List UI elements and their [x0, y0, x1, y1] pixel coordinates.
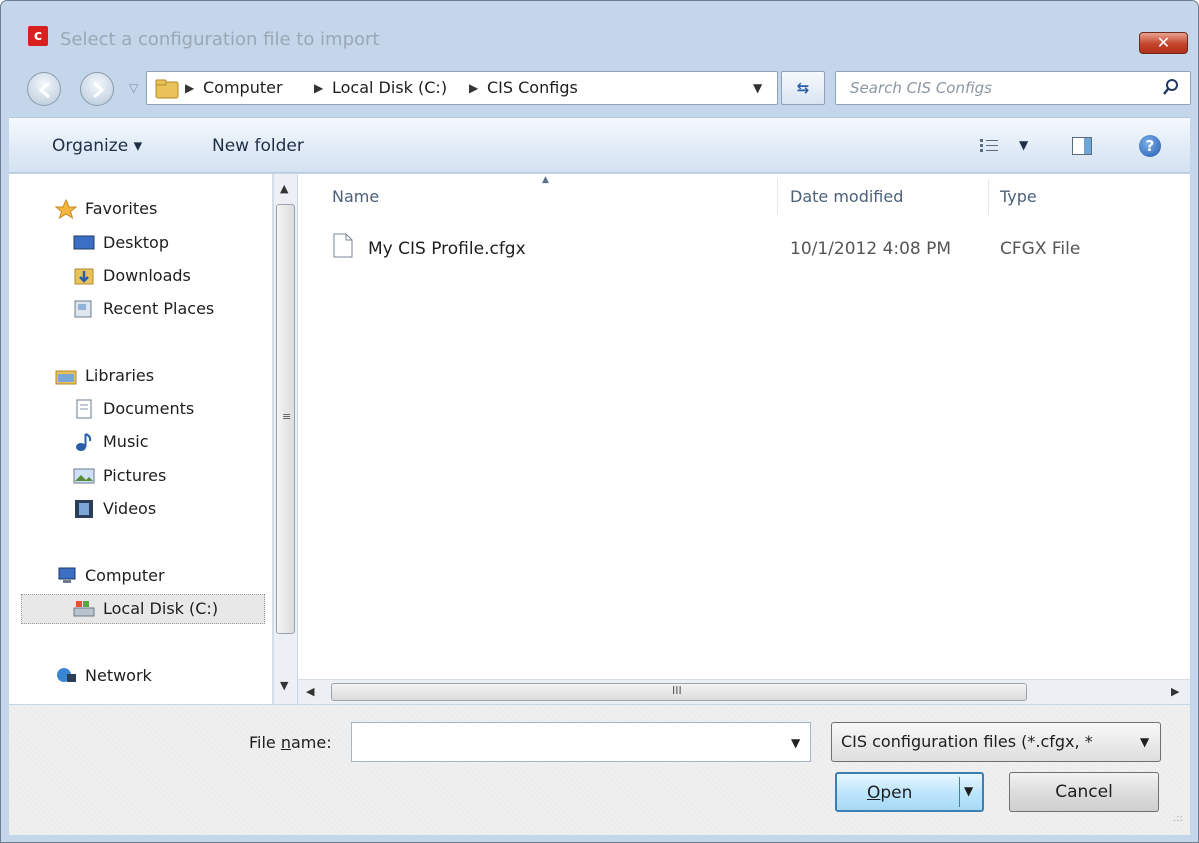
back-arrow-icon — [38, 81, 50, 99]
nav-label: Pictures — [103, 466, 167, 485]
breadcrumb-local-disk[interactable]: Local Disk (C:) — [332, 78, 447, 97]
refresh-icon: ⇆ — [796, 79, 810, 97]
column-separator[interactable] — [988, 179, 989, 215]
star-icon — [55, 199, 77, 219]
organize-button[interactable]: Organize ▾ — [52, 136, 142, 156]
column-header-type[interactable]: Type — [1000, 187, 1037, 206]
open-file-dialog: c Select a configuration file to import … — [0, 0, 1199, 843]
horizontal-scroll-thumb[interactable]: III — [331, 683, 1027, 701]
breadcrumb-computer[interactable]: Computer — [203, 78, 283, 97]
app-icon: c — [28, 26, 48, 46]
file-name-dropdown[interactable]: ▼ — [791, 736, 800, 750]
network-icon — [57, 668, 76, 682]
horizontal-scrollbar[interactable]: ◀ III ▶ — [298, 679, 1190, 704]
libraries-icon — [55, 370, 77, 385]
nav-label: Libraries — [85, 366, 155, 385]
nav-label: Music — [103, 432, 149, 451]
forward-arrow-icon — [93, 81, 105, 99]
nav-label: Favorites — [85, 199, 158, 218]
desktop-icon — [73, 235, 95, 250]
file-name-label: File name: — [249, 733, 332, 752]
file-type: CFGX File — [1000, 239, 1081, 259]
address-dropdown[interactable]: ▼ — [753, 81, 762, 95]
help-icon[interactable]: ? — [1139, 135, 1161, 157]
computer-icon — [58, 567, 76, 583]
open-options-dropdown[interactable]: ▼ — [964, 784, 973, 798]
nav-label: Desktop — [103, 233, 169, 252]
scroll-right-arrow[interactable]: ▶ — [1171, 685, 1179, 698]
recent-locations-dropdown[interactable]: ▽ — [129, 81, 138, 95]
breadcrumb-separator[interactable]: ▶ — [314, 81, 323, 95]
scroll-thumb[interactable]: ≡ — [276, 204, 295, 634]
close-button[interactable]: ✕ — [1139, 32, 1188, 54]
music-icon — [76, 433, 92, 451]
window-title: Select a configuration file to import — [60, 29, 380, 50]
scroll-thumb-grip: III — [672, 684, 682, 697]
views-icon[interactable] — [979, 138, 999, 154]
column-header-name[interactable]: Name — [332, 187, 379, 206]
scroll-up-arrow[interactable]: ▲ — [280, 182, 288, 195]
search-box[interactable]: Search CIS Configs — [835, 71, 1191, 105]
scroll-thumb-grip: ≡ — [282, 410, 292, 423]
sort-ascending-icon: ▲ — [542, 175, 549, 185]
search-icon[interactable] — [1162, 78, 1180, 96]
breadcrumb-cis-configs[interactable]: CIS Configs — [487, 78, 578, 97]
cancel-button[interactable]: Cancel — [1009, 772, 1159, 812]
downloads-icon — [74, 268, 94, 285]
back-button[interactable] — [27, 72, 61, 106]
search-input[interactable]: Search CIS Configs — [850, 79, 992, 97]
resize-grip-icon[interactable]: .:: — [1173, 813, 1183, 824]
navigation-scrollbar[interactable]: ▲ ≡ ▼ — [273, 174, 297, 704]
file-row[interactable]: My CIS Profile.cfgx 10/1/2012 4:08 PM CF… — [333, 231, 1093, 261]
file-name-input[interactable] — [351, 722, 811, 762]
views-dropdown[interactable]: ▼ — [1019, 138, 1028, 152]
documents-icon — [76, 399, 92, 419]
nav-label: Computer — [85, 566, 165, 585]
preview-pane-icon[interactable] — [1072, 137, 1092, 155]
videos-icon — [75, 500, 93, 518]
file-type-filter-value: CIS configuration files (*.cfgx, * — [841, 732, 1093, 751]
local-disk-icon — [73, 601, 95, 617]
new-folder-button[interactable]: New folder — [212, 136, 304, 156]
chevron-down-icon: ▼ — [1140, 735, 1150, 749]
file-type-filter[interactable]: CIS configuration files (*.cfgx, * ▼ — [831, 722, 1161, 762]
column-header-date-modified[interactable]: Date modified — [790, 187, 903, 206]
address-bar[interactable]: ▶ Computer ▶ Local Disk (C:) ▶ CIS Confi… — [146, 71, 778, 105]
nav-label: Recent Places — [103, 299, 215, 318]
column-separator[interactable] — [777, 179, 778, 215]
nav-label: Network — [85, 666, 152, 685]
file-icon — [333, 233, 353, 258]
scroll-left-arrow[interactable]: ◀ — [306, 685, 314, 698]
file-name: My CIS Profile.cfgx — [368, 239, 526, 259]
nav-label: Videos — [103, 499, 157, 518]
nav-label: Downloads — [103, 266, 191, 285]
split-button-separator — [959, 777, 960, 807]
open-button[interactable]: Open ▼ — [835, 772, 984, 812]
title-bar: c Select a configuration file to import … — [1, 1, 1198, 59]
nav-label: Documents — [103, 399, 195, 418]
recent-places-icon — [74, 300, 92, 318]
folder-icon — [155, 79, 179, 99]
command-bar: Organize ▾ New folder ▼ ? — [9, 117, 1190, 173]
forward-button[interactable] — [80, 72, 114, 106]
scroll-down-arrow[interactable]: ▼ — [280, 679, 288, 692]
file-date-modified: 10/1/2012 4:08 PM — [790, 239, 952, 259]
breadcrumb-separator[interactable]: ▶ — [469, 81, 478, 95]
pictures-icon — [73, 468, 95, 484]
refresh-button[interactable]: ⇆ — [781, 71, 825, 105]
nav-label: Local Disk (C:) — [103, 599, 219, 618]
breadcrumb-separator[interactable]: ▶ — [185, 81, 194, 95]
